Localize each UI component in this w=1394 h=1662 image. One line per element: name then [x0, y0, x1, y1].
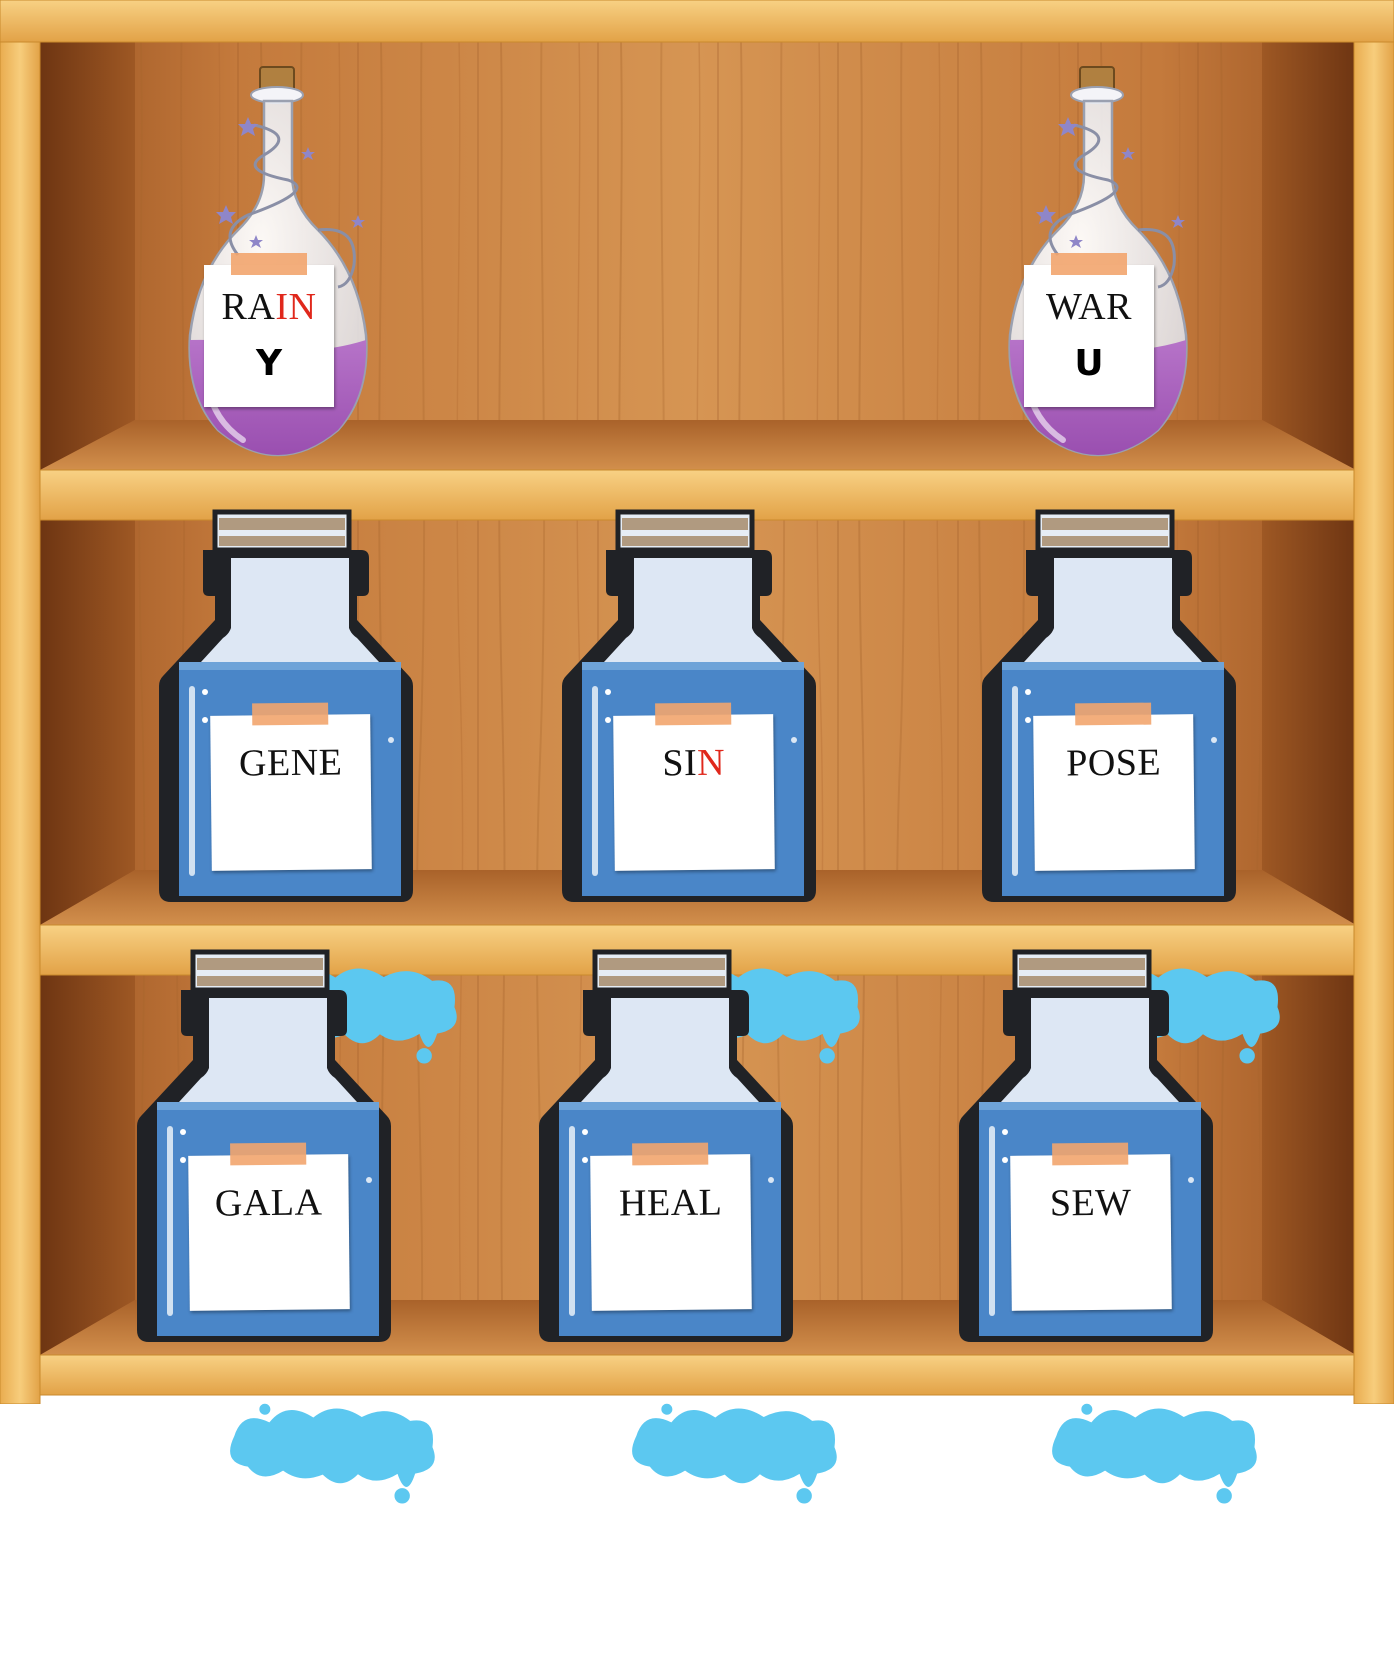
potion-bottom-3[interactable]: SEW	[975, 950, 1195, 1370]
potion-label-card: HEAL	[590, 1154, 752, 1311]
answer-slot[interactable]	[1011, 1240, 1172, 1292]
answer-slot[interactable]	[189, 1240, 350, 1292]
potion-middle-3[interactable]: POSE	[998, 510, 1218, 930]
word-prefix: GENE	[239, 741, 343, 784]
potion-word: RAIN	[204, 285, 334, 329]
word-prefix: POSE	[1066, 742, 1161, 785]
potion-word: SIN	[613, 740, 773, 786]
potion-word: GALA	[188, 1180, 348, 1226]
label-tape	[230, 1143, 306, 1166]
potion-label-card: GENE	[210, 714, 372, 871]
label-tape	[1051, 253, 1127, 275]
potion-label-card: POSE	[1033, 714, 1195, 871]
answer-slot[interactable]	[614, 800, 775, 852]
word-prefix: SEW	[1050, 1182, 1132, 1225]
potion-word: SEW	[1010, 1180, 1170, 1226]
potion-top-2[interactable]: WAR U	[988, 55, 1208, 475]
potion-bottom-1[interactable]: GALA	[153, 950, 373, 1370]
word-prefix: GALA	[215, 1181, 323, 1224]
answer-slot[interactable]	[1034, 800, 1195, 852]
potion-answer-letter: U	[1024, 343, 1154, 384]
potion-word: HEAL	[590, 1180, 750, 1226]
potion-label-card: WAR U	[1024, 265, 1154, 407]
potion-label-card: RAIN Y	[204, 265, 334, 407]
potion-word: WAR	[1024, 285, 1154, 329]
potion-top-1[interactable]: RAIN Y	[168, 55, 388, 475]
potion-label-card: SEW	[1010, 1154, 1172, 1311]
potion-label-card: GALA	[188, 1154, 350, 1311]
paint-splash-icon	[1041, 1239, 1265, 1661]
potion-word: POSE	[1033, 740, 1193, 786]
label-tape	[231, 253, 307, 275]
answer-slot[interactable]	[211, 800, 372, 852]
potion-label-card: SIN	[613, 714, 775, 871]
potion-word: GENE	[210, 740, 370, 786]
game-board: RAIN Y	[0, 0, 1394, 1404]
word-prefix: HEAL	[619, 1181, 723, 1224]
answer-slot[interactable]	[591, 1240, 752, 1292]
word-prefix: SI	[662, 742, 697, 784]
label-tape	[655, 703, 731, 726]
word-highlight: IN	[275, 286, 316, 328]
potion-middle-2[interactable]: SIN	[578, 510, 798, 930]
potion-answer-letter: Y	[204, 343, 334, 384]
word-prefix: WAR	[1046, 286, 1132, 328]
paint-splash-icon	[219, 1239, 443, 1661]
label-tape	[252, 703, 328, 726]
potion-bottom-2[interactable]: HEAL	[555, 950, 775, 1370]
word-highlight: N	[697, 742, 725, 784]
label-tape	[1052, 1143, 1128, 1166]
word-prefix: RA	[222, 286, 276, 328]
label-tape	[1075, 703, 1151, 726]
label-tape	[632, 1143, 708, 1166]
potion-middle-1[interactable]: GENE	[175, 510, 395, 930]
paint-splash-icon	[621, 1239, 845, 1661]
